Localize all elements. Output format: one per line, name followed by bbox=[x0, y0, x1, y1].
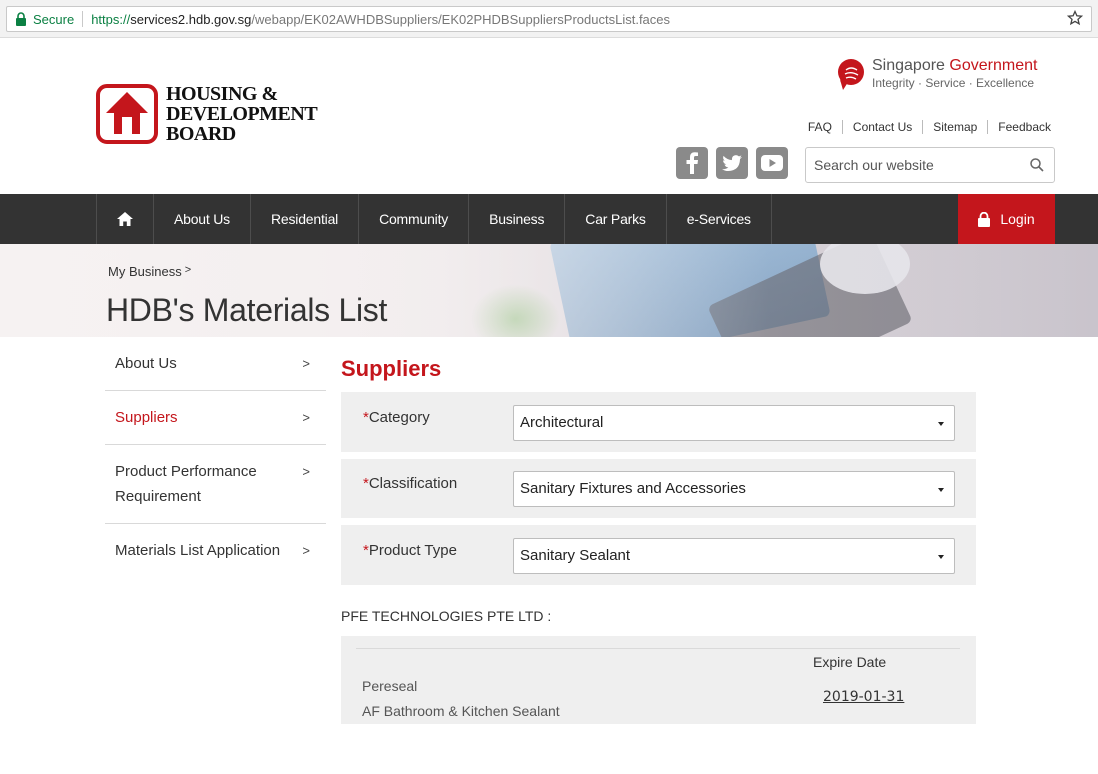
url-text[interactable]: https://services2.hdb.gov.sg/webapp/EK02… bbox=[91, 12, 670, 27]
sidebar-item-about-us[interactable]: About Us > bbox=[105, 337, 326, 391]
company-name: PFE TECHNOLOGIES PTE LTD : bbox=[341, 608, 552, 624]
page-title: HDB's Materials List bbox=[106, 292, 388, 328]
lock-icon bbox=[16, 12, 26, 26]
social-links bbox=[676, 147, 788, 179]
padlock-icon bbox=[978, 211, 991, 227]
product-name: AF Bathroom & Kitchen Sealant bbox=[362, 703, 560, 719]
faq-link[interactable]: FAQ bbox=[798, 120, 842, 134]
sidebar-menu: About Us > Suppliers > Product Performan… bbox=[105, 337, 326, 577]
hdb-logo-text: HOUSING & DEVELOPMENT BOARD bbox=[166, 83, 318, 145]
facebook-icon[interactable] bbox=[676, 147, 708, 179]
sidebar-item-label: Suppliers bbox=[115, 409, 178, 426]
expire-date-link[interactable]: 2019-01-31 bbox=[823, 689, 904, 705]
nav-residential[interactable]: Residential bbox=[250, 194, 358, 244]
url-path: /webapp/EK02AWHDBSuppliers/EK02PHDBSuppl… bbox=[251, 11, 671, 27]
breadcrumb: My Business > bbox=[108, 264, 191, 279]
logo-line-1: HOUSING & bbox=[166, 83, 278, 105]
logo-line-3: BOARD bbox=[166, 123, 236, 145]
nav-home[interactable] bbox=[96, 194, 153, 244]
sitemap-link[interactable]: Sitemap bbox=[922, 120, 987, 134]
contact-us-link[interactable]: Contact Us bbox=[841, 120, 922, 134]
breadcrumb-separator: > bbox=[184, 264, 192, 276]
select-value: Architectural bbox=[520, 414, 604, 431]
nav-about-us[interactable]: About Us bbox=[153, 194, 250, 244]
utility-links: FAQ Contact Us Sitemap Feedback bbox=[798, 120, 1051, 134]
site-search bbox=[805, 147, 1055, 183]
breadcrumb-my-business[interactable]: My Business bbox=[108, 264, 182, 279]
url-host: services2.hdb.gov.sg bbox=[130, 11, 252, 27]
url-scheme: https:// bbox=[91, 11, 131, 27]
hdb-logo[interactable]: HOUSING & DEVELOPMENT BOARD bbox=[96, 83, 318, 145]
classification-select[interactable]: Sanitary Fixtures and Accessories bbox=[513, 471, 955, 507]
select-value: Sanitary Sealant bbox=[520, 547, 631, 564]
nav-e-services[interactable]: e-Services bbox=[665, 194, 772, 244]
sidebar-item-product-performance-requirement[interactable]: Product Performance Requirement > bbox=[105, 445, 326, 524]
login-button[interactable]: Login bbox=[958, 194, 1055, 244]
login-label: Login bbox=[1000, 211, 1035, 227]
expire-date-header: Expire Date bbox=[813, 654, 887, 670]
filter-label-text: Product Type bbox=[368, 542, 457, 559]
bookmark-star-icon[interactable] bbox=[1067, 10, 1083, 26]
filter-classification: *Classification Sanitary Fixtures and Ac… bbox=[341, 459, 976, 518]
sidebar-item-label: Product Performance Requirement bbox=[115, 463, 257, 505]
sidebar-item-materials-list-application[interactable]: Materials List Application > bbox=[105, 524, 326, 577]
home-icon bbox=[117, 212, 133, 226]
dropdown-caret-icon bbox=[938, 488, 944, 492]
secure-label: Secure bbox=[33, 11, 75, 27]
page-banner: My Business > HDB's Materials List bbox=[0, 244, 1098, 337]
products-table: Expire Date Pereseal AF Bathroom & Kitch… bbox=[341, 636, 976, 724]
product-type-select[interactable]: Sanitary Sealant bbox=[513, 538, 955, 574]
nav-car-parks[interactable]: Car Parks bbox=[564, 194, 665, 244]
dropdown-caret-icon bbox=[938, 422, 944, 426]
filter-label-text: Classification bbox=[368, 475, 458, 492]
lion-head-icon bbox=[838, 59, 864, 90]
logo-line-2: DEVELOPMENT bbox=[166, 103, 318, 125]
table-divider bbox=[356, 648, 960, 649]
sg-word-singapore: Singapore bbox=[872, 57, 945, 74]
search-icon[interactable] bbox=[1030, 158, 1044, 172]
browser-address-bar: Secure https://services2.hdb.gov.sg/weba… bbox=[0, 0, 1098, 38]
chevron-right-icon: > bbox=[302, 410, 310, 425]
filter-label-text: Category bbox=[368, 409, 430, 426]
feedback-link[interactable]: Feedback bbox=[987, 120, 1051, 134]
product-brand: Pereseal bbox=[362, 678, 418, 694]
dropdown-caret-icon bbox=[938, 555, 944, 559]
category-select[interactable]: Architectural bbox=[513, 405, 955, 441]
nav-business[interactable]: Business bbox=[468, 194, 564, 244]
sidebar-item-suppliers[interactable]: Suppliers > bbox=[105, 391, 326, 445]
nav-community[interactable]: Community bbox=[358, 194, 468, 244]
twitter-icon[interactable] bbox=[716, 147, 748, 179]
filter-label: *Product Type bbox=[363, 542, 457, 559]
filter-category: *Category Architectural bbox=[341, 392, 976, 452]
sidebar-item-label: About Us bbox=[115, 355, 177, 372]
filter-label: *Classification bbox=[363, 475, 457, 492]
filter-label: *Category bbox=[363, 409, 430, 426]
sg-tagline: Integrity · Service · Excellence bbox=[872, 76, 1035, 90]
select-value: Sanitary Fixtures and Accessories bbox=[520, 480, 746, 497]
main-navigation: About Us Residential Community Business … bbox=[0, 194, 1098, 244]
filter-product-type: *Product Type Sanitary Sealant bbox=[341, 525, 976, 585]
sidebar-item-label: Materials List Application bbox=[115, 542, 281, 559]
singapore-government-logo[interactable]: Singapore Government Integrity · Service… bbox=[836, 57, 1037, 91]
youtube-icon[interactable] bbox=[756, 147, 788, 179]
hdb-house-logo-icon bbox=[96, 84, 158, 144]
section-title: Suppliers bbox=[341, 356, 442, 381]
omnibox[interactable]: Secure https://services2.hdb.gov.sg/weba… bbox=[6, 6, 1092, 32]
chevron-right-icon: > bbox=[302, 356, 310, 371]
chevron-right-icon: > bbox=[302, 464, 310, 479]
search-input[interactable] bbox=[806, 148, 1016, 182]
chevron-right-icon: > bbox=[302, 543, 310, 558]
omnibox-divider bbox=[82, 11, 84, 27]
sg-word-government: Government bbox=[949, 57, 1038, 74]
